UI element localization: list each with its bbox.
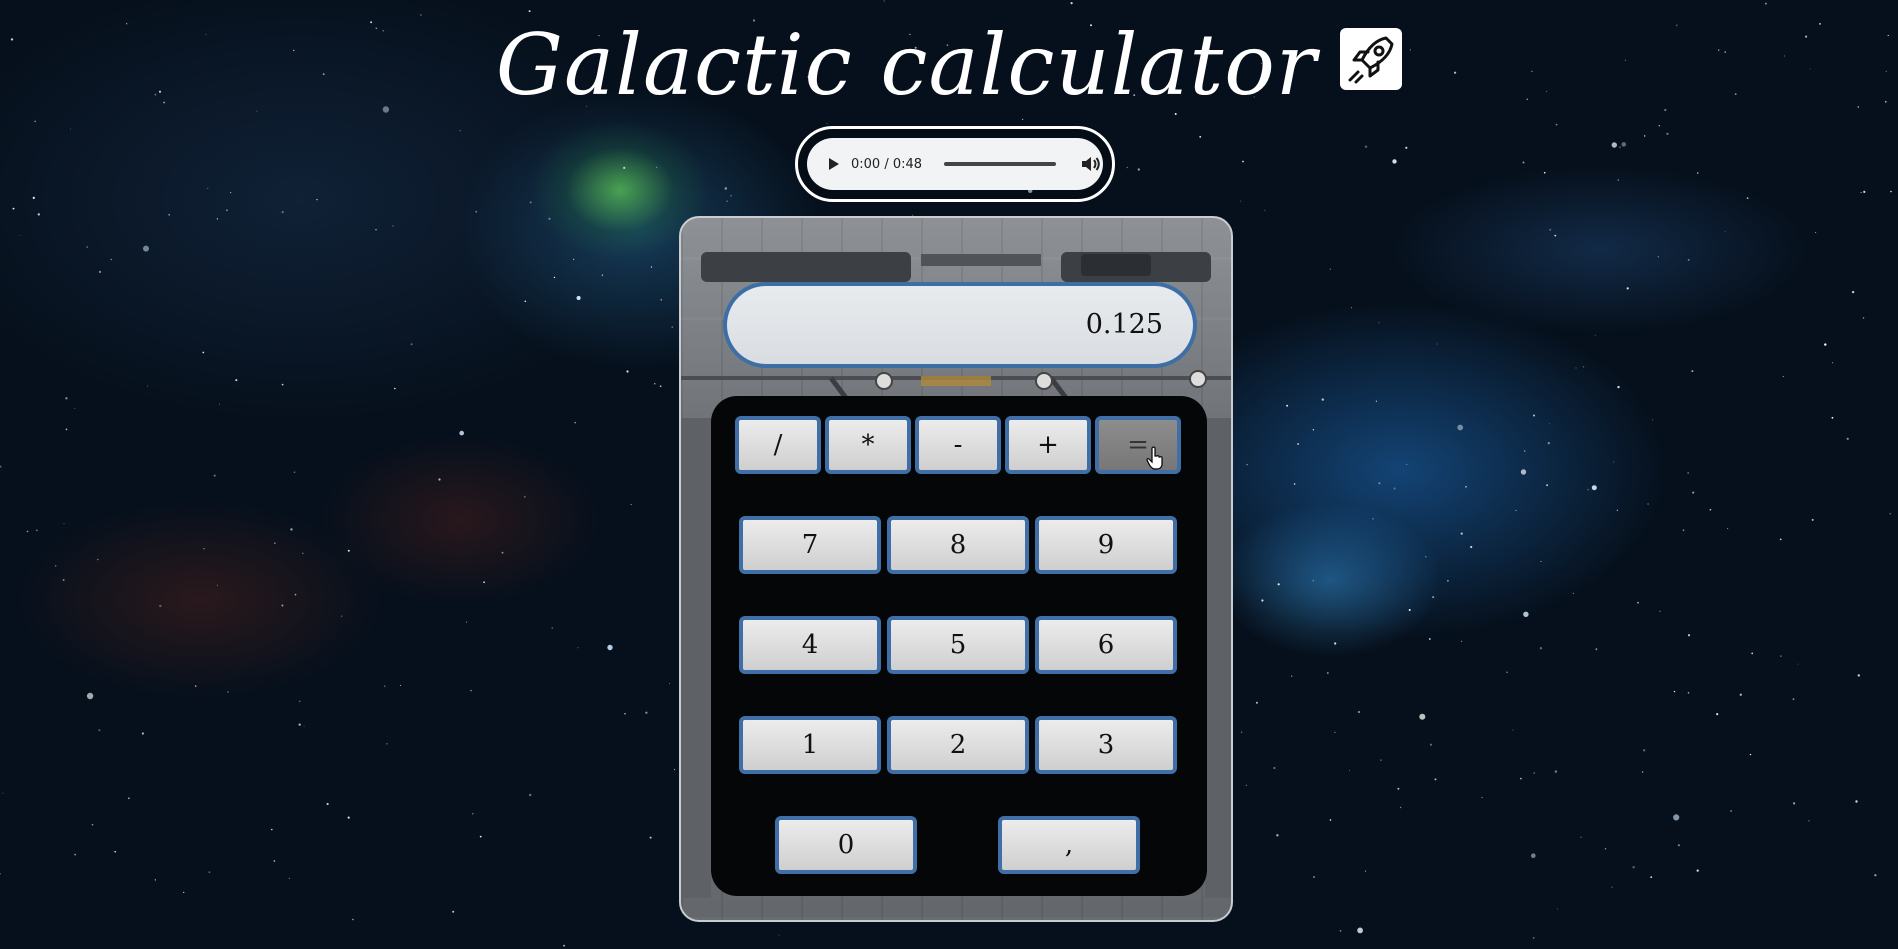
- hand-cursor-icon: [1146, 446, 1163, 470]
- volume-icon[interactable]: [1080, 156, 1102, 172]
- subtract-button[interactable]: -: [915, 416, 1001, 474]
- audio-time: 0:00 / 0:48: [851, 156, 923, 172]
- keypad: / * - + = 7 8 9 4 5 6 1 2 3 0 ,: [711, 396, 1207, 896]
- equals-button[interactable]: =: [1095, 416, 1181, 474]
- calculator: 0.125 / * - + = 7 8 9 4 5 6 1 2 3 0 ,: [679, 216, 1233, 922]
- page-title: Galactic calculator: [495, 16, 1317, 114]
- screw-icon: [1035, 372, 1053, 390]
- play-icon[interactable]: [829, 158, 839, 170]
- divide-button[interactable]: /: [735, 416, 821, 474]
- screw-icon: [1189, 370, 1207, 388]
- digit-2-button[interactable]: 2: [887, 716, 1029, 774]
- calculator-display: 0.125: [723, 282, 1197, 368]
- digit-4-button[interactable]: 4: [739, 616, 881, 674]
- digit-8-button[interactable]: 8: [887, 516, 1029, 574]
- multiply-button[interactable]: *: [825, 416, 911, 474]
- digit-0-button[interactable]: 0: [775, 816, 917, 874]
- screw-icon: [875, 372, 893, 390]
- audio-player: 0:00 / 0:48: [795, 126, 1115, 202]
- rocket-icon: [1340, 28, 1403, 90]
- digit-5-button[interactable]: 5: [887, 616, 1029, 674]
- digit-3-button[interactable]: 3: [1035, 716, 1177, 774]
- digit-7-button[interactable]: 7: [739, 516, 881, 574]
- header: Galactic calculator: [0, 10, 1898, 120]
- audio-progress-bar[interactable]: [944, 162, 1057, 166]
- digit-9-button[interactable]: 9: [1035, 516, 1177, 574]
- decimal-comma-button[interactable]: ,: [998, 816, 1140, 874]
- digit-1-button[interactable]: 1: [739, 716, 881, 774]
- add-button[interactable]: +: [1005, 416, 1091, 474]
- digit-6-button[interactable]: 6: [1035, 616, 1177, 674]
